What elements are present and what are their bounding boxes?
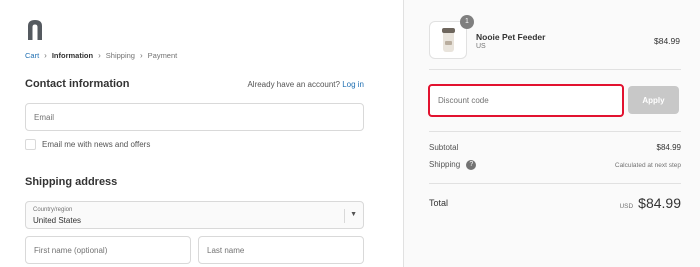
product-variant: US — [476, 43, 486, 50]
divider — [429, 183, 681, 184]
shipping-label: Shipping — [429, 160, 461, 170]
order-summary: 1 Nooie Pet Feeder US $84.99 Apply Subto… — [403, 0, 700, 267]
email-input[interactable] — [26, 104, 363, 130]
shipping-value: Calculated at next step — [614, 161, 681, 169]
store-logo-icon[interactable] — [25, 18, 45, 40]
account-prompt-text: Already have an account? — [247, 80, 340, 89]
currency-code: USD — [619, 203, 634, 210]
total-amount: $84.99 — [638, 195, 681, 211]
last-name-field — [198, 236, 364, 264]
shipping-heading: Shipping address — [25, 176, 118, 188]
breadcrumb-payment: Payment — [147, 51, 178, 60]
country-label: Country/region — [33, 207, 73, 213]
account-prompt: Already have an account? Log in — [247, 80, 364, 89]
chevron-right-icon: › — [98, 51, 101, 60]
chevron-right-icon: › — [139, 51, 143, 60]
product-name: Nooie Pet Feeder — [476, 32, 546, 42]
first-name-input[interactable] — [26, 237, 190, 263]
checkout-main: Cart › Information › Shipping › Payment … — [0, 0, 403, 267]
chevron-right-icon: › — [44, 51, 47, 60]
first-name-field — [25, 236, 191, 264]
discount-field — [428, 84, 624, 117]
country-select[interactable]: Country/region United States ▼ — [25, 201, 364, 229]
pet-feeder-lid — [442, 28, 455, 33]
subtotal-value: $84.99 — [656, 143, 681, 152]
help-icon[interactable]: ? — [466, 160, 477, 170]
quantity-badge: 1 — [460, 15, 474, 29]
breadcrumb-information: Information — [51, 51, 94, 60]
total-amount-group: USD $84.99 — [619, 195, 681, 211]
total-row: Total USD $84.99 — [429, 195, 681, 211]
apply-discount-button[interactable]: Apply — [628, 86, 679, 114]
product-price: $84.99 — [654, 36, 680, 46]
newsletter-option: Email me with news and offers — [25, 139, 150, 150]
pet-feeder-bowl — [445, 41, 452, 45]
shipping-label-wrap: Shipping ? — [429, 160, 477, 170]
chevron-down-icon: ▼ — [350, 211, 357, 218]
breadcrumb: Cart › Information › Shipping › Payment — [25, 51, 177, 60]
divider — [429, 131, 681, 132]
country-value: United States — [33, 216, 82, 225]
last-name-input[interactable] — [199, 237, 363, 263]
shipping-row: Shipping ? Calculated at next step — [429, 160, 681, 170]
divider — [429, 69, 681, 70]
select-divider — [344, 209, 345, 223]
breadcrumb-cart[interactable]: Cart — [25, 51, 39, 60]
breadcrumb-shipping: Shipping — [105, 51, 135, 60]
contact-heading: Contact information — [25, 78, 130, 90]
login-link[interactable]: Log in — [342, 80, 364, 89]
email-field — [25, 103, 364, 131]
newsletter-checkbox[interactable] — [25, 139, 36, 150]
newsletter-label[interactable]: Email me with news and offers — [42, 140, 150, 149]
total-label: Total — [429, 198, 449, 208]
subtotal-row: Subtotal $84.99 — [429, 143, 681, 152]
subtotal-label: Subtotal — [429, 143, 459, 152]
discount-code-input[interactable] — [430, 86, 622, 115]
